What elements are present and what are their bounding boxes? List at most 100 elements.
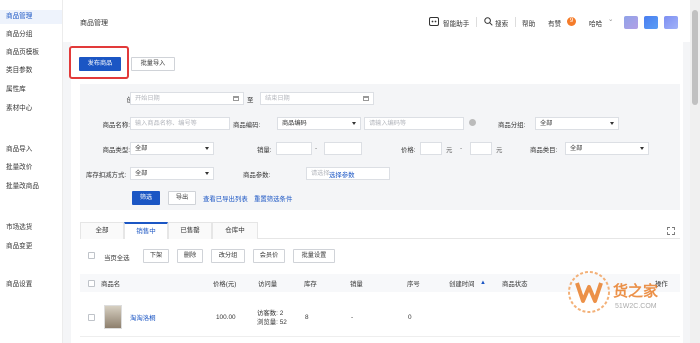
date-to-label: 至 [247,97,254,104]
inbox-badge: 9 [567,17,576,26]
sidebar-item-product-manage[interactable]: 商品管理 [0,10,62,24]
code-input[interactable]: 请输入编码等 [364,117,464,130]
price-unit: 元 [446,147,453,154]
sales-max-input[interactable] [324,142,362,155]
tab-warehouse[interactable]: 仓库中 [212,222,258,239]
app-avatar-2[interactable] [644,16,658,29]
product-group-select[interactable]: 全部 [535,117,619,130]
sidebar-item-attribute-lib[interactable]: 属性库 [0,83,62,97]
tab-all[interactable]: 全部 [80,222,124,239]
sales-label: 销量: [257,147,272,154]
select-param-link[interactable]: 选择参数 [329,170,355,179]
end-date-input[interactable]: 结束日期 [260,92,374,105]
sidebar-item-batch-price[interactable]: 批量改价 [0,161,62,175]
change-group-button[interactable]: 改分组 [211,249,245,263]
watermark-logo: 货之家 51W2C.COM [565,267,685,317]
sidebar-item-change[interactable]: 商品变更 [0,240,62,254]
batch-import-button[interactable]: 批量导入 [131,57,175,71]
price-unit: 元 [496,147,503,154]
product-group-label: 商品分组: [498,122,526,129]
sidebar-item-settings[interactable]: 商品设置 [0,278,62,292]
price-min-input[interactable] [420,142,442,155]
search-icon [484,17,493,28]
product-sales: - [351,314,354,321]
publish-product-button[interactable]: 发布商品 [79,57,121,71]
top-bar: 商品管理 智能助手 搜索 帮助 有赞 9 哈哈 ⌄ [63,0,690,42]
product-name-label: 商品名称: [102,122,130,129]
stock-method-label: 库存扣减方式: [86,172,127,179]
category-select[interactable]: 全部 [565,142,649,155]
range-dash: - [460,145,463,152]
view-export-link[interactable]: 查看已导出列表 [203,194,248,203]
assistant-link[interactable]: 智能助手 [443,18,469,28]
help-link[interactable]: 帮助 [522,18,535,28]
app-avatar-1[interactable] [624,16,638,29]
member-price-button[interactable]: 会员价 [253,249,285,263]
col-seq[interactable]: 序号 [407,279,420,288]
start-date-input[interactable]: 开始日期 [130,92,244,105]
page-title: 商品管理 [80,20,108,27]
tab-on-sale[interactable]: 销售中 [124,222,168,239]
sidebar-item-market[interactable]: 市场选货 [0,221,62,235]
expand-icon[interactable] [667,227,675,237]
calendar-icon [363,96,369,101]
reset-filter-link[interactable]: 重置筛选条件 [254,194,292,203]
sidebar-item-material[interactable]: 素材中心 [0,102,62,116]
sidebar: 商品管理 商品分组 商品页模板 类目参数 属性库 素材中心 商品导入 批量改价 … [0,0,63,343]
product-visitors: 访客数: 2 [257,310,284,317]
robot-icon [429,17,439,28]
chevron-down-icon[interactable]: ⌄ [608,15,614,23]
price-label: 价格: [401,147,416,154]
sidebar-item-page-template[interactable]: 商品页模板 [0,46,62,60]
sidebar-item-product-group[interactable]: 商品分组 [0,28,62,42]
product-stock: 8 [305,314,309,321]
col-status: 商品状态 [502,281,528,288]
calendar-icon [233,96,239,101]
range-dash: - [315,145,318,152]
sort-icon[interactable]: ▲ [480,280,486,286]
product-views: 浏览量: 52 [257,319,287,326]
help-circle-icon [469,119,476,126]
product-seq: 0 [408,314,412,321]
col-created[interactable]: 创建时间 [449,279,475,288]
product-param-label: 商品参数: [243,172,271,179]
export-button[interactable]: 导出 [168,191,196,205]
product-type-label: 商品类型: [102,147,130,154]
select-page-checkbox[interactable] [88,252,95,259]
sidebar-item-batch-edit[interactable]: 批量改商品 [0,180,62,194]
product-price: 100.00 [216,314,236,321]
code-type-select[interactable]: 商品编码 [277,117,361,130]
row-checkbox[interactable] [88,314,95,321]
col-product-name: 商品名 [101,281,121,288]
product-name-link[interactable]: 淘淘洛桐 [130,313,156,322]
tab-sold-out[interactable]: 已售罄 [168,222,212,239]
app-avatar-3[interactable] [664,16,678,29]
svg-text:51W2C.COM: 51W2C.COM [615,303,657,310]
header-checkbox[interactable] [88,280,95,287]
product-type-select[interactable]: 全部 [130,142,214,155]
search-link[interactable]: 搜索 [495,18,508,28]
inbox-link[interactable]: 有赞 [548,18,561,28]
col-visits: 访问量 [258,281,278,288]
category-label: 商品类目: [530,147,558,154]
product-thumbnail[interactable] [104,305,122,329]
col-price[interactable]: 价格(元) [213,279,236,288]
sidebar-item-import[interactable]: 商品导入 [0,143,62,157]
sales-min-input[interactable] [276,142,312,155]
product-code-label: 商品编码: [233,122,261,129]
col-sales[interactable]: 销量 [350,279,363,288]
scrollbar-thumb[interactable] [692,10,698,105]
user-name[interactable]: 哈哈 [589,18,602,28]
svg-text:货之家: 货之家 [613,282,658,300]
sidebar-item-category-params[interactable]: 类目参数 [0,64,62,78]
product-name-input[interactable]: 输入商品名称、编号等 [130,117,230,130]
off-shelf-button[interactable]: 下架 [143,249,169,263]
filter-button[interactable]: 筛选 [132,191,160,205]
stock-method-select[interactable]: 全部 [130,167,214,180]
batch-set-button[interactable]: 批量设置 [293,249,335,263]
row-divider [80,336,680,337]
col-stock[interactable]: 库存 [304,279,317,288]
delete-button[interactable]: 删除 [177,249,203,263]
select-page-label: 当页全选 [104,255,130,262]
price-max-input[interactable] [470,142,492,155]
